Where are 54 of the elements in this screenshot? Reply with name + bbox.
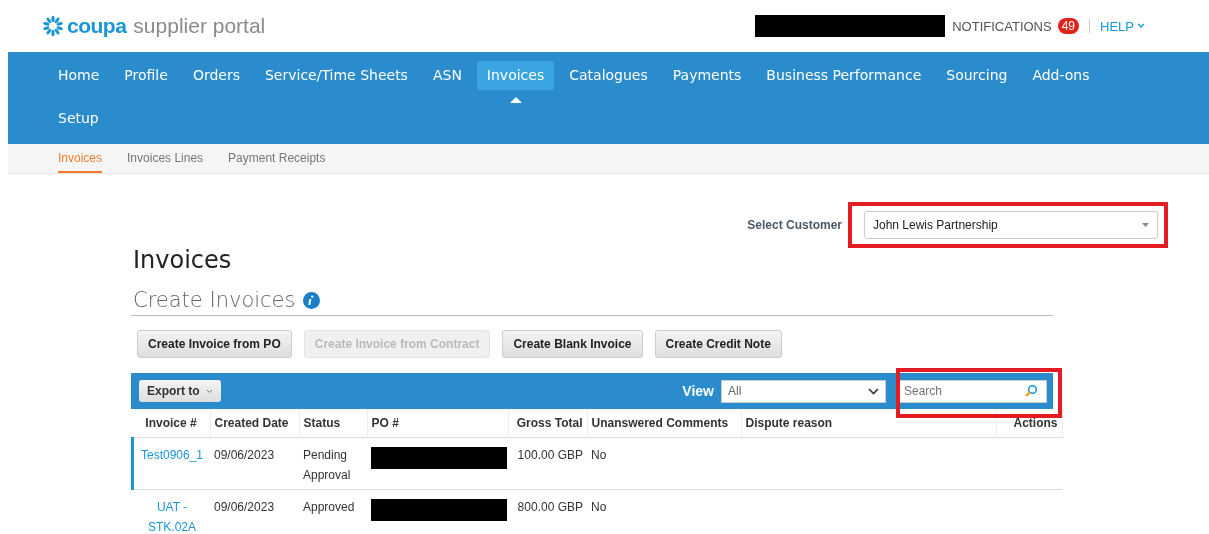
nav-tab[interactable]: Setup <box>48 104 109 133</box>
nav-tab[interactable]: Payments <box>662 61 752 90</box>
invoice-link[interactable]: UAT - STK.02A <box>138 497 206 534</box>
column-header[interactable]: Gross Total <box>508 409 587 438</box>
view-dropdown[interactable]: All <box>721 379 886 403</box>
create-button[interactable]: Create Blank Invoice <box>502 330 643 358</box>
nav-tab[interactable]: Business Performance <box>756 61 932 90</box>
column-header[interactable]: Actions <box>996 409 1062 438</box>
create-button[interactable]: Create Credit Note <box>654 330 782 358</box>
table-cell: 100.00 GBP <box>517 448 583 462</box>
table-cell: Approved <box>303 500 355 514</box>
sub-tab[interactable]: Invoices <box>58 144 103 173</box>
view-label: View <box>682 383 714 399</box>
info-icon[interactable] <box>303 291 321 309</box>
chevron-down-icon <box>868 387 879 395</box>
search-icon[interactable] <box>1024 384 1038 398</box>
nav-tab[interactable]: Profile <box>114 61 178 90</box>
sub-tab[interactable]: Invoices Lines <box>127 144 204 173</box>
notifications-link[interactable]: NOTIFICATIONS <box>952 18 1052 34</box>
chevron-down-icon <box>205 388 213 394</box>
create-button[interactable]: Create Invoice from PO <box>137 330 292 358</box>
page-title: Invoices <box>133 246 233 274</box>
column-header[interactable]: Status <box>299 409 367 438</box>
table-cell: Pending Approval <box>303 448 351 482</box>
help-menu[interactable]: HELP <box>1100 18 1145 34</box>
invoice-link[interactable]: Test0906_1 <box>140 445 204 465</box>
table-cell: 09/06/2023 <box>214 500 275 514</box>
caret-icon <box>1142 223 1149 227</box>
field-label: Select Customer <box>747 218 842 232</box>
nav-tab[interactable]: ASN <box>422 61 472 90</box>
table-cell: 800.00 GBP <box>517 500 583 514</box>
customer-dropdown[interactable]: John Lewis Partnership <box>864 211 1158 239</box>
column-header[interactable]: Invoice # <box>132 409 210 438</box>
notification-count: 49 <box>1057 18 1080 34</box>
column-header[interactable]: PO # <box>367 409 508 438</box>
column-header[interactable]: Created Date <box>210 409 299 438</box>
nav-tab[interactable]: Add-ons <box>1022 61 1100 90</box>
nav-tab[interactable]: Home <box>48 61 110 90</box>
table-cell: 09/06/2023 <box>214 448 275 462</box>
chevron-down-icon <box>1137 23 1145 29</box>
nav-tab[interactable]: Orders <box>182 61 250 90</box>
table-cell: No <box>591 500 607 514</box>
logo[interactable]: coupa supplier portal <box>42 14 266 38</box>
table-cell: No <box>591 448 607 462</box>
nav-tab[interactable]: Service/Time Sheets <box>254 61 418 90</box>
sub-tab[interactable]: Payment Receipts <box>228 144 326 173</box>
column-header[interactable]: Dispute reason <box>741 409 996 438</box>
search-field[interactable]: Search <box>897 379 1047 403</box>
export-button[interactable]: Export to <box>139 380 221 402</box>
pointer-icon <box>509 97 522 103</box>
column-header[interactable]: Unanswered Comments <box>587 409 741 438</box>
nav-tab[interactable]: Catalogues <box>559 61 658 90</box>
nav-tab[interactable]: Sourcing <box>936 61 1018 90</box>
section-title: Create Invoices <box>133 288 296 312</box>
